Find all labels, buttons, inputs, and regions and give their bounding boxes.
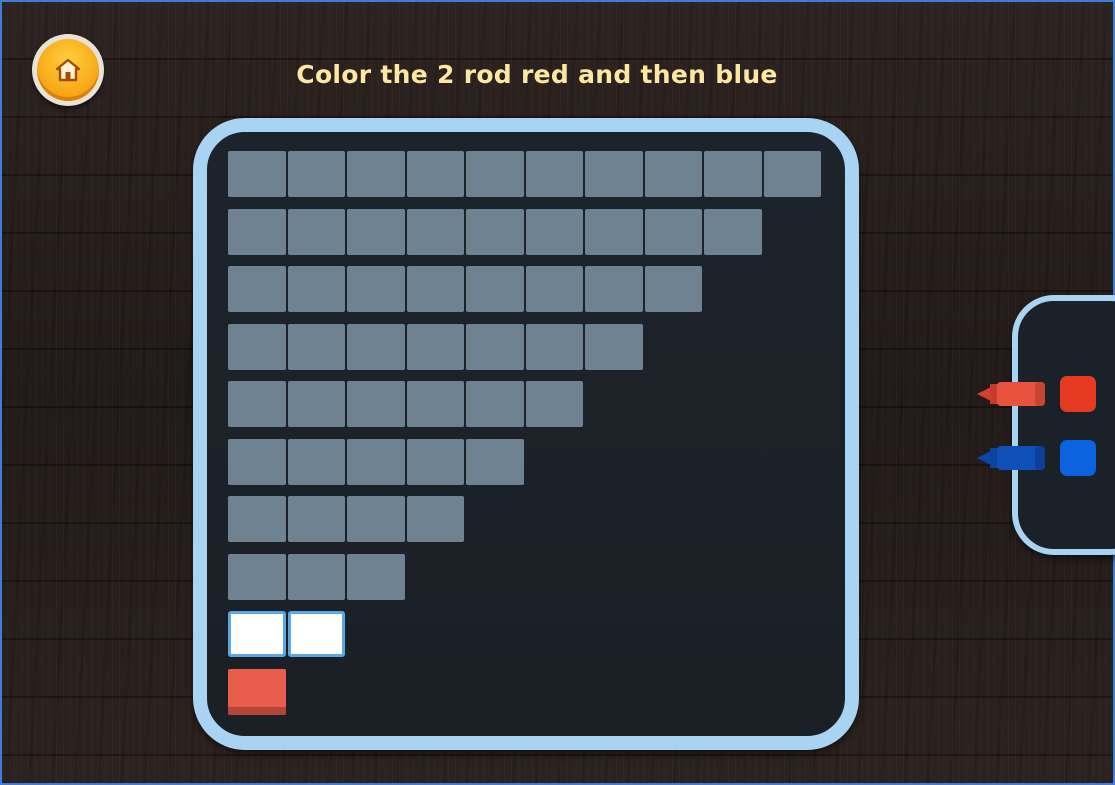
rod-9-cell[interactable] <box>466 208 524 255</box>
rod-10-cell[interactable] <box>287 151 345 197</box>
rod-5[interactable] <box>228 438 823 497</box>
rod-board <box>193 118 859 750</box>
rod-10-cell[interactable] <box>644 151 702 197</box>
rod-6-cell[interactable] <box>406 381 464 427</box>
rod-7-cell[interactable] <box>287 323 345 370</box>
rod-8-cell[interactable] <box>585 266 643 312</box>
rod-4-cell[interactable] <box>347 496 405 542</box>
rod-6-cell[interactable] <box>228 381 286 427</box>
rod-7-cell[interactable] <box>585 323 643 370</box>
rod-9-cell[interactable] <box>525 208 583 255</box>
rod-7-cell[interactable] <box>466 323 524 370</box>
rod-9-cell[interactable] <box>347 208 405 255</box>
rod-5-cell[interactable] <box>466 438 524 485</box>
rod-4-cell[interactable] <box>228 496 286 542</box>
rod-4-cell[interactable] <box>406 496 464 542</box>
rod-9-cell[interactable] <box>287 208 345 255</box>
rod-6-cell[interactable] <box>466 381 524 427</box>
rod-5-cell[interactable] <box>347 438 405 485</box>
rod-8-cell[interactable] <box>287 266 345 312</box>
red-crayon-icon[interactable] <box>977 379 1047 409</box>
rod-8-cell[interactable] <box>466 266 524 312</box>
rod-8-cell[interactable] <box>347 266 405 312</box>
rod-rows <box>228 151 823 726</box>
rod-4[interactable] <box>228 496 823 554</box>
rod-9-cell[interactable] <box>228 208 286 255</box>
rod-10-cell[interactable] <box>763 151 821 197</box>
rod-2[interactable] <box>228 611 823 669</box>
rod-9[interactable] <box>228 208 823 267</box>
rod-6-cell[interactable] <box>525 381 583 427</box>
rod-3-cell[interactable] <box>228 553 286 600</box>
rod-9-cell[interactable] <box>406 208 464 255</box>
rod-10-cell[interactable] <box>406 151 464 197</box>
rod-6[interactable] <box>228 381 823 439</box>
rod-8-cell[interactable] <box>525 266 583 312</box>
rod-8-cell[interactable] <box>644 266 702 312</box>
rod-6-cell[interactable] <box>287 381 345 427</box>
rod-7-cell[interactable] <box>525 323 583 370</box>
blue-color-swatch[interactable] <box>1060 440 1096 476</box>
rod-5-cell[interactable] <box>228 438 286 485</box>
rod-10-cell[interactable] <box>347 151 405 197</box>
rod-9-cell[interactable] <box>704 208 762 255</box>
rod-1[interactable] <box>228 668 823 727</box>
rod-3[interactable] <box>228 553 823 612</box>
color-palette-panel <box>1012 295 1115 555</box>
rod-10-cell[interactable] <box>704 151 762 197</box>
rod-2-cell[interactable] <box>228 611 286 657</box>
rod-10-cell[interactable] <box>466 151 524 197</box>
rod-10-cell[interactable] <box>525 151 583 197</box>
rod-7-cell[interactable] <box>228 323 286 370</box>
rod-4-cell[interactable] <box>287 496 345 542</box>
rod-9-cell[interactable] <box>585 208 643 255</box>
rod-10-cell[interactable] <box>585 151 643 197</box>
rod-6-cell[interactable] <box>347 381 405 427</box>
rod-7-cell[interactable] <box>347 323 405 370</box>
rod-7-cell[interactable] <box>406 323 464 370</box>
rod-5-cell[interactable] <box>406 438 464 485</box>
rod-10[interactable] <box>228 151 823 209</box>
rod-8-cell[interactable] <box>228 266 286 312</box>
rod-7[interactable] <box>228 323 823 382</box>
rod-8-cell[interactable] <box>406 266 464 312</box>
instruction-title: Color the 2 rod red and then blue <box>296 60 778 89</box>
blue-crayon-icon[interactable] <box>977 443 1047 473</box>
rod-1-cell[interactable] <box>228 668 286 715</box>
rod-8[interactable] <box>228 266 823 324</box>
rod-10-cell[interactable] <box>228 151 286 197</box>
rod-3-cell[interactable] <box>347 553 405 600</box>
rod-5-cell[interactable] <box>287 438 345 485</box>
rod-3-cell[interactable] <box>287 553 345 600</box>
rod-9-cell[interactable] <box>644 208 702 255</box>
rod-2-cell[interactable] <box>287 611 345 657</box>
red-color-swatch[interactable] <box>1060 376 1096 412</box>
